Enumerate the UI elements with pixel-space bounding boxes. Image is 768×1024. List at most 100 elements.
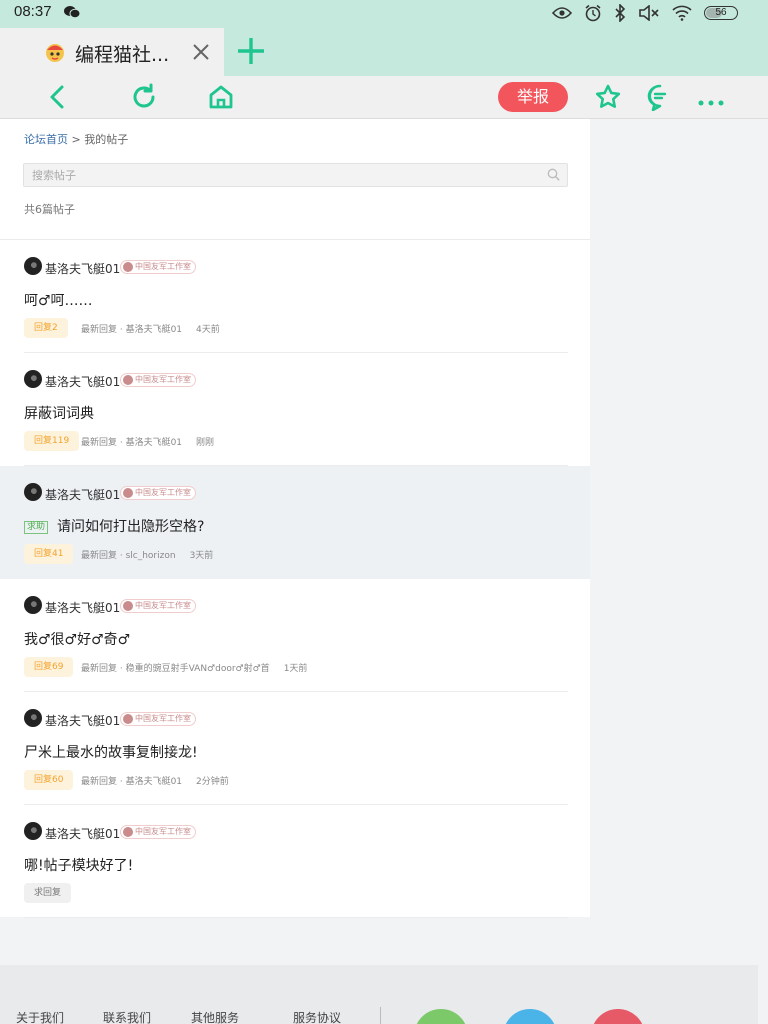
latest-reply: 最新回复 · 稳重的豌豆射手VAN♂door♂射♂首 — [81, 664, 270, 674]
badge-icon — [123, 488, 133, 498]
avatar[interactable] — [24, 370, 42, 388]
post-title-text: 哪!帖子模块好了! — [24, 858, 134, 874]
help-tag: 求助 — [24, 521, 49, 534]
more-menu-icon[interactable] — [697, 83, 725, 111]
badge-icon — [123, 262, 133, 272]
post-author[interactable]: 基洛夫飞艇01 — [45, 825, 120, 842]
badge-icon — [123, 827, 133, 837]
post-author[interactable]: 基洛夫飞艇01 — [45, 599, 120, 616]
reply-count-badge: 回复69 — [24, 657, 74, 677]
latest-reply: 最新回复 · 基洛夫飞艇01 — [81, 438, 183, 448]
avatar[interactable] — [24, 257, 42, 275]
post-item[interactable]: 基洛夫飞艇01 中国友军工作室 我♂很♂好♂奇♂ 回复69 最新回复 · 稳重的… — [0, 579, 590, 692]
post-meta: 最新回复 · slc_horizon 3天前 — [81, 548, 213, 561]
post-title-text: 尸米上最水的故事复制接龙! — [24, 745, 198, 761]
post-title-text: 请问如何打出隐形空格? — [57, 519, 205, 535]
refresh-icon[interactable] — [130, 83, 158, 111]
breadcrumb-home-link[interactable]: 论坛首页 — [24, 133, 68, 146]
studio-badge: 中国友军工作室 — [120, 712, 196, 726]
post-item[interactable]: 基洛夫飞艇01 中国友军工作室 尸米上最水的故事复制接龙! 回复60 最新回复 … — [0, 692, 590, 805]
badge-label: 中国友军工作室 — [135, 375, 191, 384]
favorite-star-icon[interactable] — [594, 83, 622, 111]
report-button[interactable]: 举报 — [498, 82, 568, 112]
breadcrumb-current: 我的帖子 — [84, 133, 129, 146]
comment-icon[interactable] — [646, 83, 674, 111]
eye-icon — [552, 7, 572, 19]
post-meta: 最新回复 · 稳重的豌豆射手VAN♂door♂射♂首 1天前 — [81, 661, 307, 674]
reply-count-badge: 回复41 — [24, 544, 74, 564]
post-item[interactable]: 基洛夫飞艇01 中国友军工作室 求助 请问如何打出隐形空格? 回复41 最新回复 … — [0, 466, 590, 579]
footer-link-services[interactable]: 其他服务 — [191, 1009, 239, 1024]
post-title[interactable]: 屏蔽词词典 — [24, 403, 94, 423]
post-item[interactable]: 基洛夫飞艇01 中国友军工作室 屏蔽词词典 回复119 最新回复 · 基洛夫飞艇… — [0, 353, 590, 466]
post-title[interactable]: 哪!帖子模块好了! — [24, 855, 133, 875]
post-item[interactable]: 基洛夫飞艇01 中国友军工作室 呵♂呵…… 回复2 最新回复 · 基洛夫飞艇01… — [0, 240, 590, 353]
new-tab-icon[interactable] — [236, 36, 266, 66]
divider — [24, 917, 568, 918]
search-input[interactable] — [24, 164, 524, 187]
bluetooth-icon — [615, 4, 626, 22]
post-author[interactable]: 基洛夫飞艇01 — [45, 373, 120, 390]
post-author[interactable]: 基洛夫飞艇01 — [45, 260, 120, 277]
close-tab-icon[interactable] — [190, 41, 212, 63]
battery-indicator: 56 — [704, 6, 738, 20]
reply-count-badge: 回复119 — [24, 431, 80, 451]
badge-label: 中国友军工作室 — [135, 601, 191, 610]
badge-label: 中国友军工作室 — [135, 262, 191, 271]
weibo-share-icon[interactable] — [591, 1009, 645, 1024]
latest-reply: 最新回复 · 基洛夫飞艇01 — [81, 325, 183, 335]
wechat-share-icon[interactable] — [414, 1009, 468, 1024]
qq-share-icon[interactable] — [503, 1009, 557, 1024]
post-time: 1天前 — [283, 664, 308, 674]
avatar[interactable] — [24, 822, 42, 840]
badge-label: 中国友军工作室 — [135, 714, 191, 723]
tab-title: 编程猫社... — [75, 44, 170, 66]
mute-icon — [639, 5, 659, 21]
post-author[interactable]: 基洛夫飞艇01 — [45, 486, 120, 503]
badge-label: 中国友军工作室 — [135, 488, 191, 497]
avatar[interactable] — [24, 483, 42, 501]
footer-link-agreement[interactable]: 服务协议 — [293, 1009, 341, 1024]
footer-link-contact[interactable]: 联系我们 — [103, 1009, 151, 1024]
alarm-icon — [585, 4, 601, 22]
reply-count-badge: 回复60 — [24, 770, 74, 790]
home-icon[interactable] — [207, 83, 235, 111]
studio-badge: 中国友军工作室 — [120, 260, 196, 274]
back-icon[interactable] — [44, 83, 72, 111]
codemao-logo-icon — [46, 44, 64, 62]
avatar[interactable] — [24, 709, 42, 727]
browser-tab[interactable]: 编程猫社... — [0, 28, 224, 76]
post-title[interactable]: 呵♂呵…… — [24, 290, 93, 310]
tab-strip: 编程猫社... — [0, 26, 768, 76]
post-meta: 最新回复 · 基洛夫飞艇01 2分钟前 — [81, 774, 229, 787]
badge-label: 中国友军工作室 — [135, 827, 191, 836]
reply-count-badge: 求回复 — [24, 883, 72, 903]
post-author[interactable]: 基洛夫飞艇01 — [45, 712, 120, 729]
post-meta: 最新回复 · 基洛夫飞艇01 4天前 — [81, 322, 220, 335]
post-title[interactable]: 我♂很♂好♂奇♂ — [24, 629, 130, 649]
reply-count-badge: 回复2 — [24, 318, 68, 338]
studio-badge: 中国友军工作室 — [120, 825, 196, 839]
badge-icon — [123, 714, 133, 724]
wechat-icon — [64, 6, 80, 19]
badge-icon — [123, 375, 133, 385]
post-title-text: 我♂很♂好♂奇♂ — [24, 632, 131, 648]
post-list-panel: 论坛首页 > 我的帖子 共6篇帖子 基洛夫飞艇01 中国友军工作室 呵♂呵…… … — [0, 119, 590, 918]
browser-toolbar: 举报 — [0, 76, 768, 119]
post-count: 共6篇帖子 — [24, 203, 75, 216]
wifi-icon — [672, 5, 692, 21]
post-title[interactable]: 求助 请问如何打出隐形空格? — [24, 516, 204, 536]
avatar[interactable] — [24, 596, 42, 614]
breadcrumb-separator: > — [68, 133, 85, 146]
latest-reply: 最新回复 · slc_horizon — [81, 551, 176, 561]
search-icon[interactable] — [547, 168, 560, 181]
search-box — [23, 163, 568, 187]
post-title[interactable]: 尸米上最水的故事复制接龙! — [24, 742, 198, 762]
status-bar: 08:37 56 — [0, 0, 768, 26]
post-title-text: 屏蔽词词典 — [24, 406, 94, 422]
battery-level: 56 — [715, 7, 727, 18]
post-time: 刚刚 — [196, 438, 215, 448]
status-time: 08:37 — [14, 3, 52, 20]
post-item[interactable]: 基洛夫飞艇01 中国友军工作室 哪!帖子模块好了! 求回复 — [0, 805, 590, 918]
footer-link-about[interactable]: 关于我们 — [16, 1009, 64, 1024]
